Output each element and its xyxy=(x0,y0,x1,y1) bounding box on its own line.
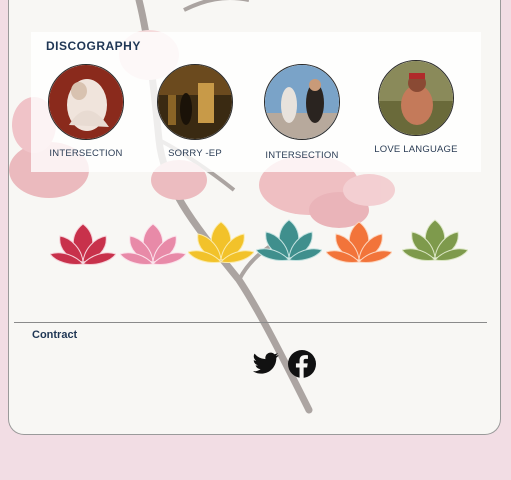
album-item[interactable]: LOVE LANGUAGE xyxy=(366,60,466,155)
album-cover-image[interactable] xyxy=(264,64,340,140)
contract-link[interactable]: Contract xyxy=(32,329,77,341)
lotus-icon xyxy=(50,223,116,265)
album-cover-image[interactable] xyxy=(157,64,233,140)
album-name: LOVE LANGUAGE xyxy=(374,144,458,155)
album-item[interactable]: SORRY -EP xyxy=(145,64,245,159)
album-name: INTERSECTION xyxy=(265,150,339,161)
lotus-icon xyxy=(326,221,392,263)
discography-title: DISCOGRAPHY xyxy=(46,39,141,53)
album-name: INTERSECTION xyxy=(49,148,123,159)
album-name: SORRY -EP xyxy=(168,148,222,159)
lotus-icon xyxy=(188,221,254,263)
facebook-icon[interactable] xyxy=(288,350,316,378)
album-cover-image[interactable] xyxy=(378,60,454,136)
album-item[interactable]: INTERSECTION xyxy=(36,64,136,159)
album-item[interactable]: INTERSECTION xyxy=(252,64,352,161)
lotus-icon xyxy=(256,219,322,261)
footer-divider xyxy=(14,322,487,323)
lotus-icon xyxy=(402,219,468,261)
twitter-icon[interactable] xyxy=(252,350,280,376)
lotus-icon xyxy=(120,223,186,265)
album-cover-image[interactable] xyxy=(48,64,124,140)
